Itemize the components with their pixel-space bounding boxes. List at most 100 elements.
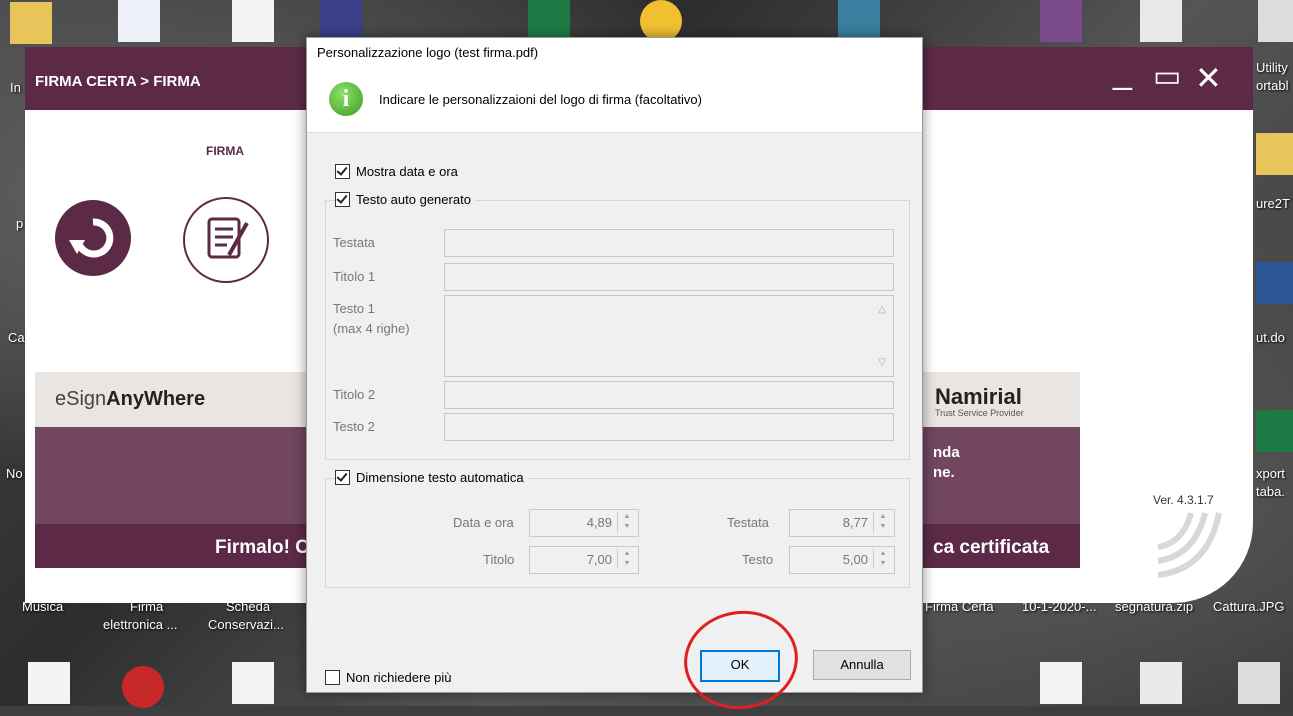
checkbox-box[interactable] — [325, 670, 340, 685]
esign-prefix: eSign — [55, 388, 107, 410]
logo-customization-dialog: Personalizzazione logo (test firma.pdf) … — [306, 37, 923, 693]
desktop-label[interactable]: ut.do — [1256, 330, 1285, 345]
dialog-title: Personalizzazione logo (test firma.pdf) — [317, 45, 539, 60]
checkbox-box[interactable] — [335, 164, 350, 179]
checkbox-label: Testo auto generato — [356, 192, 471, 207]
data-ora-size-spinner[interactable]: 4,89 ▲ ▼ — [529, 509, 639, 537]
folder-icon[interactable] — [1256, 133, 1293, 175]
field-hint-testo1: (max 4 righe) — [333, 321, 410, 336]
checkbox-label: Dimensione testo automatica — [356, 470, 524, 485]
sign-document-icon — [207, 217, 249, 259]
desktop-label[interactable]: xport — [1256, 466, 1285, 481]
field-label-testo2: Testo 2 — [333, 419, 375, 434]
auto-text-checkbox[interactable]: Testo auto generato — [335, 192, 475, 207]
app-title: FIRMA CERTA > FIRMA — [35, 73, 201, 90]
size-label-titolo: Titolo — [483, 552, 515, 567]
dialog-info-panel: i Indicare le personalizzaioni del logo … — [307, 68, 922, 133]
document-icon[interactable] — [1040, 662, 1082, 704]
restore-icon[interactable]: ▭ — [1153, 59, 1181, 94]
brand-name: Namirial — [935, 384, 1022, 409]
desktop-label[interactable]: In — [10, 80, 21, 95]
testata-size-spinner[interactable]: 8,77 ▲ ▼ — [789, 509, 895, 537]
brand-stripes-icon — [1157, 512, 1222, 578]
spinner-value: 7,00 — [586, 552, 612, 567]
tab-firma[interactable]: FIRMA — [206, 144, 244, 158]
spinner-value: 8,77 — [842, 515, 868, 530]
checkbox-box[interactable] — [335, 470, 350, 485]
checkbox-box[interactable] — [335, 192, 350, 207]
testata-input[interactable] — [444, 229, 894, 257]
namirial-logo: Namirial Trust Service Provider — [935, 384, 1024, 418]
checkbox-label: Non richiedere più — [346, 670, 452, 685]
testo-size-spinner[interactable]: 5,00 ▲ ▼ — [789, 546, 895, 574]
spinner-arrows[interactable]: ▲ ▼ — [873, 512, 892, 532]
size-label-testo: Testo — [742, 552, 774, 567]
desktop-label[interactable]: ortabl — [1256, 78, 1289, 93]
sign-document-button[interactable] — [183, 197, 269, 283]
dialog-titlebar[interactable]: Personalizzazione logo (test firma.pdf) — [307, 38, 922, 68]
show-date-checkbox[interactable]: Mostra data e ora — [335, 164, 462, 179]
field-label-testata: Testata — [333, 235, 375, 250]
scroll-down-icon[interactable]: ▽ — [878, 357, 886, 368]
field-label-testo1: Testo 1 — [333, 301, 375, 316]
esign-logo: eSignAnyWhere — [55, 388, 205, 411]
desktop-label[interactable]: ure2T — [1256, 196, 1290, 211]
archive-icon[interactable] — [1040, 0, 1082, 42]
spinner-arrows[interactable]: ▲ ▼ — [873, 549, 892, 569]
brand-sub: Trust Service Provider — [935, 408, 1024, 418]
info-icon: i — [329, 82, 363, 116]
banner-tagline: ca certificata — [933, 537, 1050, 558]
folder-icon[interactable] — [10, 2, 52, 44]
document-icon[interactable] — [1140, 0, 1182, 42]
document-icon[interactable] — [1140, 662, 1182, 704]
document-icon[interactable] — [232, 662, 274, 704]
excel-icon[interactable] — [1256, 410, 1293, 452]
spinner-arrows[interactable]: ▲ ▼ — [617, 512, 636, 532]
titolo1-input[interactable] — [444, 263, 894, 291]
desktop-label[interactable]: Conservazi... — [208, 617, 284, 632]
cancel-button[interactable]: Annulla — [813, 650, 911, 680]
banner-partial-text: ne. — [933, 464, 955, 481]
spinner-value: 4,89 — [586, 515, 612, 530]
titolo-size-spinner[interactable]: 7,00 ▲ ▼ — [529, 546, 639, 574]
field-label-titolo2: Titolo 2 — [333, 387, 376, 402]
document-icon[interactable] — [1258, 0, 1293, 42]
refresh-button[interactable] — [55, 200, 131, 276]
auto-size-checkbox[interactable]: Dimensione testo automatica — [335, 470, 528, 485]
excel-icon[interactable] — [528, 0, 570, 42]
banner-partial-text: nda — [933, 444, 960, 461]
testo1-textarea[interactable]: △ ▽ — [444, 295, 894, 377]
spinner-value: 5,00 — [842, 552, 868, 567]
desktop-label[interactable]: taba. — [1256, 484, 1285, 499]
desktop-label[interactable]: elettronica ... — [103, 617, 177, 632]
size-label-testata: Testata — [727, 515, 769, 530]
document-icon[interactable] — [232, 0, 274, 42]
testo2-input[interactable] — [444, 413, 894, 441]
desktop-label[interactable]: p — [16, 216, 23, 231]
document-icon[interactable] — [118, 0, 160, 42]
size-label-data-ora: Data e ora — [453, 515, 514, 530]
refresh-icon — [69, 218, 114, 258]
document-icon[interactable] — [1238, 662, 1280, 704]
document-icon[interactable] — [28, 662, 70, 704]
chrome-icon[interactable] — [640, 0, 682, 42]
close-icon[interactable]: ✕ — [1195, 59, 1222, 97]
field-label-titolo1: Titolo 1 — [333, 269, 376, 284]
checkbox-label: Mostra data e ora — [356, 164, 458, 179]
word-icon[interactable] — [1256, 262, 1293, 304]
app-icon[interactable] — [838, 0, 880, 42]
titolo2-input[interactable] — [444, 381, 894, 409]
esign-bold: AnyWhere — [106, 388, 206, 410]
version-label: Ver. 4.3.1.7 — [1153, 493, 1214, 507]
spinner-arrows[interactable]: ▲ ▼ — [617, 549, 636, 569]
desktop-label[interactable]: No — [6, 466, 23, 481]
minimize-icon[interactable]: _ — [1113, 53, 1132, 92]
app-icon[interactable] — [122, 666, 164, 708]
desktop-label[interactable]: Utility — [1256, 60, 1288, 75]
desktop-label[interactable]: Cattura.JPG — [1213, 599, 1285, 614]
scroll-up-icon[interactable]: △ — [878, 304, 886, 315]
info-message: Indicare le personalizzaioni del logo di… — [379, 92, 702, 107]
dont-ask-checkbox[interactable]: Non richiedere più — [325, 670, 456, 685]
desktop-label[interactable]: Ca — [8, 330, 25, 345]
pdf-icon[interactable] — [320, 0, 362, 42]
